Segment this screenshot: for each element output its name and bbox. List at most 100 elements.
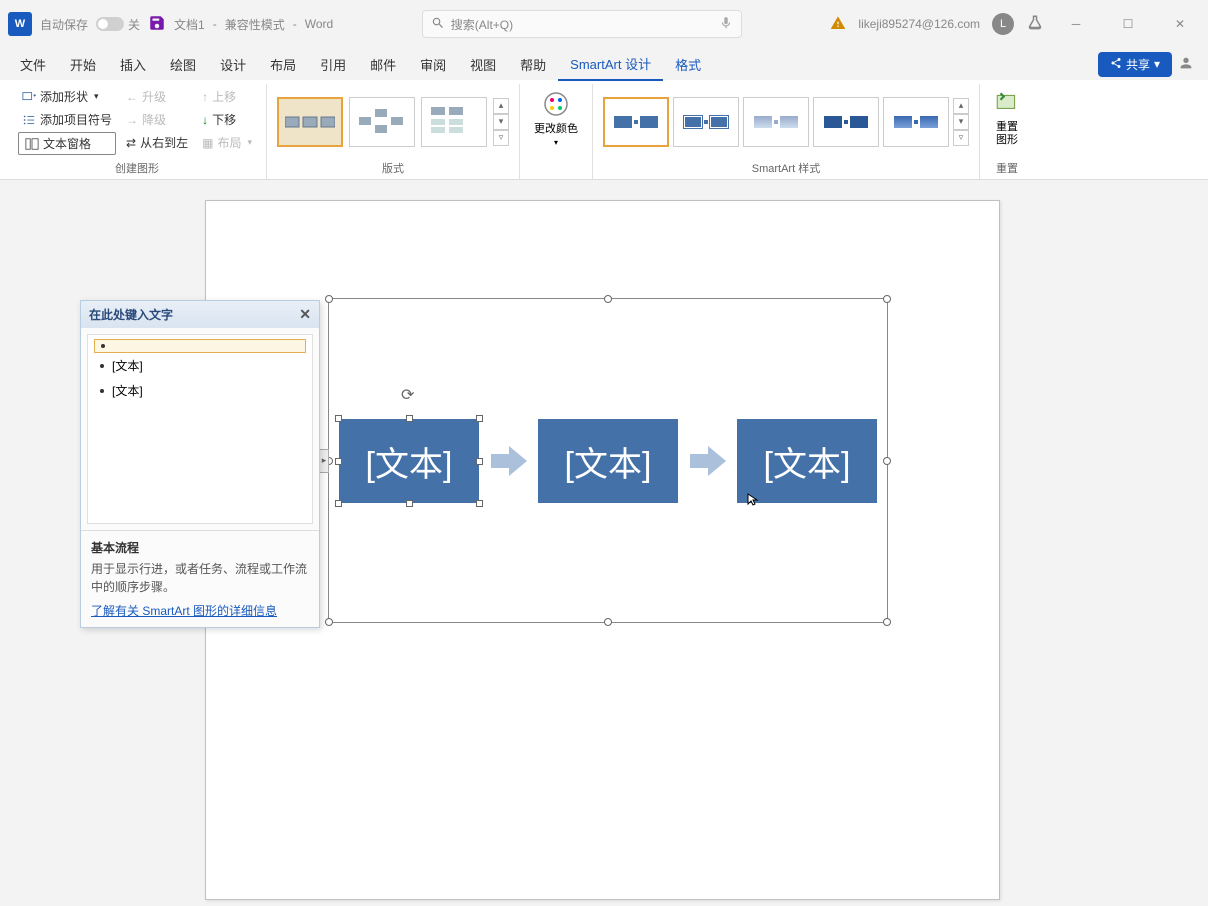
app-name: Word [305, 17, 333, 31]
chevron-down-icon: ▾ [554, 138, 558, 147]
tab-review[interactable]: 审阅 [408, 49, 458, 80]
word-app-icon: W [8, 12, 32, 36]
autosave-label: 自动保存 [40, 16, 88, 33]
doc-name: 文档1 [174, 16, 205, 33]
style-item-2[interactable] [673, 97, 739, 147]
tab-smartart-design[interactable]: SmartArt 设计 [558, 48, 663, 81]
smartart-arrow[interactable] [491, 446, 527, 476]
smartart-box-1[interactable]: ⟳ [文本] [339, 419, 479, 503]
share-icon [1110, 57, 1122, 72]
rtl-icon: ⇄ [126, 136, 136, 150]
arrow-right-icon: → [126, 113, 138, 127]
arrow-left-icon: ← [126, 90, 138, 104]
resize-handle[interactable] [604, 295, 612, 303]
resize-handle[interactable] [604, 618, 612, 626]
resize-handle[interactable] [883, 618, 891, 626]
autosave-toggle[interactable]: 关 [96, 16, 140, 33]
move-up-button[interactable]: ↑上移 [198, 86, 256, 107]
tab-help[interactable]: 帮助 [508, 49, 558, 80]
resize-handle[interactable] [883, 295, 891, 303]
titlebar: W 自动保存 关 文档1 - 兼容性模式 - Word 搜索(Alt+Q) li… [0, 0, 1208, 48]
compat-mode: 兼容性模式 [225, 16, 285, 33]
smartart-box-3[interactable]: [文本] [737, 419, 877, 503]
add-bullet-button[interactable]: 添加项目符号 [18, 109, 116, 130]
mic-icon[interactable] [719, 16, 733, 33]
layout-button[interactable]: ▦布局▾ [198, 132, 256, 153]
ribbon-group-layouts: ▴▾▿ 版式 [267, 84, 520, 179]
tab-mailings[interactable]: 邮件 [358, 49, 408, 80]
tab-design[interactable]: 设计 [208, 49, 258, 80]
layout-scroll[interactable]: ▴▾▿ [493, 98, 509, 146]
layout-thumb-1[interactable] [277, 97, 343, 147]
layout-icon: ▦ [202, 136, 213, 150]
text-pane-item[interactable]: [文本] [94, 353, 306, 378]
minimize-button[interactable]: ─ [1056, 10, 1096, 38]
close-icon[interactable]: ✕ [299, 306, 311, 323]
reset-icon [994, 90, 1020, 119]
text-pane-body[interactable]: [文本] [文本] [87, 334, 313, 524]
text-pane-toggle[interactable]: ▸ [319, 449, 329, 473]
user-avatar[interactable]: L [992, 13, 1014, 35]
rtl-button[interactable]: ⇄从右到左 [122, 132, 192, 153]
arrow-down-icon: ↓ [202, 113, 208, 127]
ribbon-group-colors: 更改颜色 ▾ [520, 84, 593, 179]
add-shape-button[interactable]: 添加形状▾ [18, 86, 116, 107]
add-shape-icon [22, 90, 36, 104]
search-box[interactable]: 搜索(Alt+Q) [422, 10, 742, 38]
promote-button[interactable]: ←升级 [122, 86, 192, 107]
change-colors-button[interactable]: 更改颜色 ▾ [530, 86, 582, 161]
style-scroll[interactable]: ▴▾▿ [953, 98, 969, 146]
smartart-box-2[interactable]: [文本] [538, 419, 678, 503]
tab-insert[interactable]: 插入 [108, 49, 158, 80]
tab-bar: 文件 开始 插入 绘图 设计 布局 引用 邮件 审阅 视图 帮助 SmartAr… [0, 48, 1208, 80]
user-email[interactable]: likeji895274@126.com [858, 17, 980, 31]
ribbon-group-reset: 重置 图形 重置 [980, 84, 1034, 179]
tab-references[interactable]: 引用 [308, 49, 358, 80]
collaboration-icon[interactable] [1172, 55, 1200, 74]
style-item-5[interactable] [883, 97, 949, 147]
close-button[interactable]: ✕ [1160, 10, 1200, 38]
arrow-up-icon: ↑ [202, 90, 208, 104]
ribbon-group-styles: ▴▾▿ SmartArt 样式 [593, 84, 980, 179]
text-pane-footer: 基本流程 用于显示行进，或者任务、流程或工作流中的顺序步骤。 了解有关 Smar… [81, 530, 319, 627]
smartart-arrow[interactable] [690, 446, 726, 476]
page[interactable]: ▸ ⟳ [文本] [文本] [文本] [205, 200, 1000, 900]
smartart-info-link[interactable]: 了解有关 SmartArt 图形的详细信息 [91, 602, 309, 619]
reset-graphic-button[interactable]: 重置 图形 [990, 86, 1024, 157]
tab-layout[interactable]: 布局 [258, 49, 308, 80]
style-item-4[interactable] [813, 97, 879, 147]
style-item-1[interactable] [603, 97, 669, 147]
maximize-button[interactable]: ☐ [1108, 10, 1148, 38]
resize-handle[interactable] [325, 618, 333, 626]
demote-button[interactable]: →降级 [122, 109, 192, 130]
smartart-frame[interactable]: ▸ ⟳ [文本] [文本] [文本] [328, 298, 888, 623]
move-down-button[interactable]: ↓下移 [198, 109, 256, 130]
style-item-3[interactable] [743, 97, 809, 147]
text-pane-icon [25, 137, 39, 151]
tab-draw[interactable]: 绘图 [158, 49, 208, 80]
group-label-create: 创建图形 [18, 157, 256, 179]
resize-handle[interactable] [325, 295, 333, 303]
rotate-handle-icon[interactable]: ⟳ [401, 385, 414, 405]
layout-thumb-3[interactable] [421, 97, 487, 147]
search-icon [431, 16, 445, 33]
tab-home[interactable]: 开始 [58, 49, 108, 80]
tab-format[interactable]: 格式 [663, 49, 713, 80]
text-pane[interactable]: 在此处键入文字 ✕ [文本] [文本] 基本流程 用于显示行进，或者任务、流程或… [80, 300, 320, 628]
experiment-icon[interactable] [1026, 14, 1044, 35]
save-icon[interactable] [148, 14, 166, 35]
footer-title: 基本流程 [91, 539, 309, 556]
ribbon-group-create: 添加形状▾ 添加项目符号 文本窗格 ←升级 →降级 ⇄从右到左 ↑上移 ↓下移 [8, 84, 267, 179]
text-pane-header[interactable]: 在此处键入文字 ✕ [81, 301, 319, 328]
group-label-reset: 重置 [990, 157, 1024, 179]
text-pane-item[interactable]: [文本] [94, 378, 306, 403]
text-pane-item[interactable] [94, 339, 306, 353]
warning-icon[interactable] [830, 15, 846, 34]
tab-view[interactable]: 视图 [458, 49, 508, 80]
tab-file[interactable]: 文件 [8, 49, 58, 80]
layout-thumb-2[interactable] [349, 97, 415, 147]
resize-handle[interactable] [883, 457, 891, 465]
text-pane-button[interactable]: 文本窗格 [18, 132, 116, 155]
ribbon: 添加形状▾ 添加项目符号 文本窗格 ←升级 →降级 ⇄从右到左 ↑上移 ↓下移 [0, 80, 1208, 180]
share-button[interactable]: 共享 ▾ [1098, 52, 1172, 77]
